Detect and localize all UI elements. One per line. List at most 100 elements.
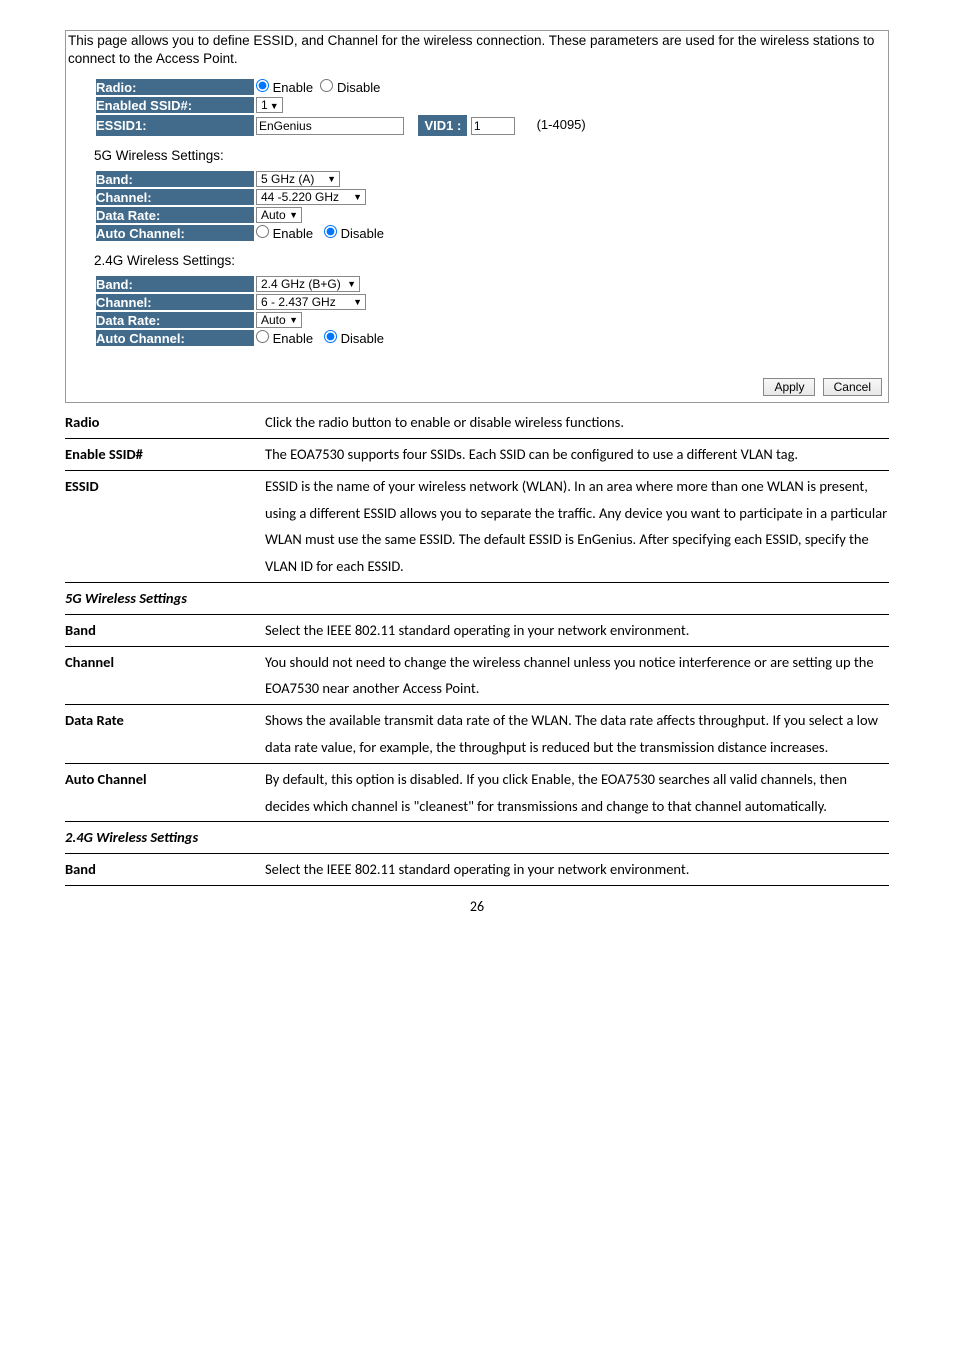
desc-row: BandSelect the IEEE 802.11 standard oper…: [65, 854, 889, 886]
radio-disable-label: Disable: [337, 80, 380, 95]
cancel-button[interactable]: Cancel: [823, 378, 882, 396]
desc-text: [265, 582, 889, 614]
row-24g-channel: Channel: 6 - 2.437 GHz ▼: [96, 294, 384, 310]
row-24g-rate: Data Rate: Auto ▼: [96, 312, 384, 328]
desc-text: Click the radio button to enable or disa…: [265, 407, 889, 438]
radio-label: Radio:: [96, 79, 254, 95]
channel-5g-label: Channel:: [96, 189, 254, 205]
desc-row: ChannelYou should not need to change the…: [65, 646, 889, 705]
settings-panel: This page allows you to define ESSID, an…: [65, 30, 889, 403]
channel-24g-select[interactable]: 6 - 2.437 GHz ▼: [256, 294, 366, 310]
chevron-down-icon: ▼: [327, 174, 336, 184]
heading-5g: 5G Wireless Settings:: [94, 148, 888, 163]
desc-label: Band: [65, 854, 265, 886]
auto-5g-disable[interactable]: [324, 225, 337, 238]
page-number: 26: [65, 898, 889, 915]
desc-label: 2.4G Wireless Settings: [65, 822, 265, 854]
radio-disable[interactable]: [320, 79, 333, 92]
chevron-down-icon: ▼: [353, 297, 362, 307]
auto-24g-disable-label: Disable: [341, 331, 384, 346]
vid1-input[interactable]: [471, 117, 515, 135]
chevron-down-icon: ▼: [270, 101, 279, 111]
vid1-range: (1-4095): [537, 117, 586, 132]
auto-5g-disable-label: Disable: [341, 226, 384, 241]
row-radio: Radio: Enable Disable: [96, 79, 586, 95]
band-5g-select[interactable]: 5 GHz (A) ▼: [256, 171, 340, 187]
channel-24g-value: 6 - 2.437 GHz ▼: [256, 294, 384, 310]
rate-24g-select[interactable]: Auto ▼: [256, 312, 302, 328]
channel-5g-select[interactable]: 44 -5.220 GHz ▼: [256, 189, 366, 205]
radio-enable[interactable]: [256, 79, 269, 92]
form-5g: Band: 5 GHz (A) ▼ Channel: 44 -5.220 GHz…: [94, 169, 386, 243]
chevron-down-icon: ▼: [289, 210, 298, 220]
desc-text: [265, 822, 889, 854]
essid1-input[interactable]: [256, 117, 404, 135]
desc-label: 5G Wireless Settings: [65, 582, 265, 614]
row-5g-channel: Channel: 44 -5.220 GHz ▼: [96, 189, 384, 205]
rate-5g-select[interactable]: Auto ▼: [256, 207, 302, 223]
band-24g-value: 2.4 GHz (B+G) ▼: [256, 276, 384, 292]
auto-24g-disable[interactable]: [324, 330, 337, 343]
desc-text: ESSID is the name of your wireless netwo…: [265, 470, 889, 582]
auto-24g-enable-label: Enable: [273, 331, 313, 346]
row-5g-rate: Data Rate: Auto ▼: [96, 207, 384, 223]
auto-24g-value: Enable Disable: [256, 330, 384, 346]
desc-text: By default, this option is disabled. If …: [265, 763, 889, 822]
desc-row: 2.4G Wireless Settings: [65, 822, 889, 854]
row-enabled-ssid: Enabled SSID#: 1 ▼: [96, 97, 586, 113]
button-row: Apply Cancel: [66, 378, 888, 402]
rate-24g-value: Auto ▼: [256, 312, 384, 328]
auto-24g-enable[interactable]: [256, 330, 269, 343]
desc-label: Enable SSID#: [65, 438, 265, 470]
enabled-ssid-select[interactable]: 1 ▼: [256, 97, 283, 113]
row-24g-auto: Auto Channel: Enable Disable: [96, 330, 384, 346]
desc-row: BandSelect the IEEE 802.11 standard oper…: [65, 614, 889, 646]
heading-24g: 2.4G Wireless Settings:: [94, 253, 888, 268]
desc-row: 5G Wireless Settings: [65, 582, 889, 614]
desc-label: Auto Channel: [65, 763, 265, 822]
enabled-ssid-value: 1 ▼: [256, 97, 586, 113]
chevron-down-icon: ▼: [289, 315, 298, 325]
desc-row: Auto ChannelBy default, this option is d…: [65, 763, 889, 822]
panel-description: This page allows you to define ESSID, an…: [66, 31, 888, 71]
rate-5g-label: Data Rate:: [96, 207, 254, 223]
band-5g-label: Band:: [96, 171, 254, 187]
row-5g-band: Band: 5 GHz (A) ▼: [96, 171, 384, 187]
desc-row: Enable SSID#The EOA7530 supports four SS…: [65, 438, 889, 470]
description-table: RadioClick the radio button to enable or…: [65, 407, 889, 886]
desc-row: RadioClick the radio button to enable or…: [65, 407, 889, 438]
row-essid1: ESSID1: VID1 : (1-4095): [96, 115, 586, 136]
band-5g-value: 5 GHz (A) ▼: [256, 171, 384, 187]
enabled-ssid-label: Enabled SSID#:: [96, 97, 254, 113]
desc-label: Channel: [65, 646, 265, 705]
chevron-down-icon: ▼: [353, 192, 362, 202]
auto-5g-value: Enable Disable: [256, 225, 384, 241]
essid1-label: ESSID1:: [96, 115, 254, 136]
apply-button[interactable]: Apply: [763, 378, 815, 396]
channel-24g-label: Channel:: [96, 294, 254, 310]
channel-5g-value: 44 -5.220 GHz ▼: [256, 189, 384, 205]
row-5g-auto: Auto Channel: Enable Disable: [96, 225, 384, 241]
desc-label: Radio: [65, 407, 265, 438]
auto-5g-enable[interactable]: [256, 225, 269, 238]
radio-enable-label: Enable: [273, 80, 313, 95]
form-24g: Band: 2.4 GHz (B+G) ▼ Channel: 6 - 2.437…: [94, 274, 386, 348]
desc-text: You should not need to change the wirele…: [265, 646, 889, 705]
form-top: Radio: Enable Disable Enabled SSID#: 1 ▼…: [94, 77, 588, 138]
desc-text: The EOA7530 supports four SSIDs. Each SS…: [265, 438, 889, 470]
desc-row: ESSIDESSID is the name of your wireless …: [65, 470, 889, 582]
desc-label: Band: [65, 614, 265, 646]
band-24g-select[interactable]: 2.4 GHz (B+G) ▼: [256, 276, 360, 292]
auto-24g-label: Auto Channel:: [96, 330, 254, 346]
radio-value: Enable Disable: [256, 79, 586, 95]
essid1-value-cell: VID1 : (1-4095): [256, 115, 586, 136]
desc-text: Select the IEEE 802.11 standard operatin…: [265, 854, 889, 886]
desc-text: Select the IEEE 802.11 standard operatin…: [265, 614, 889, 646]
desc-row: Data RateShows the available transmit da…: [65, 705, 889, 764]
desc-text: Shows the available transmit data rate o…: [265, 705, 889, 764]
vid1-label: VID1 :: [418, 115, 467, 136]
chevron-down-icon: ▼: [347, 279, 356, 289]
row-24g-band: Band: 2.4 GHz (B+G) ▼: [96, 276, 384, 292]
auto-5g-enable-label: Enable: [273, 226, 313, 241]
rate-5g-value: Auto ▼: [256, 207, 384, 223]
